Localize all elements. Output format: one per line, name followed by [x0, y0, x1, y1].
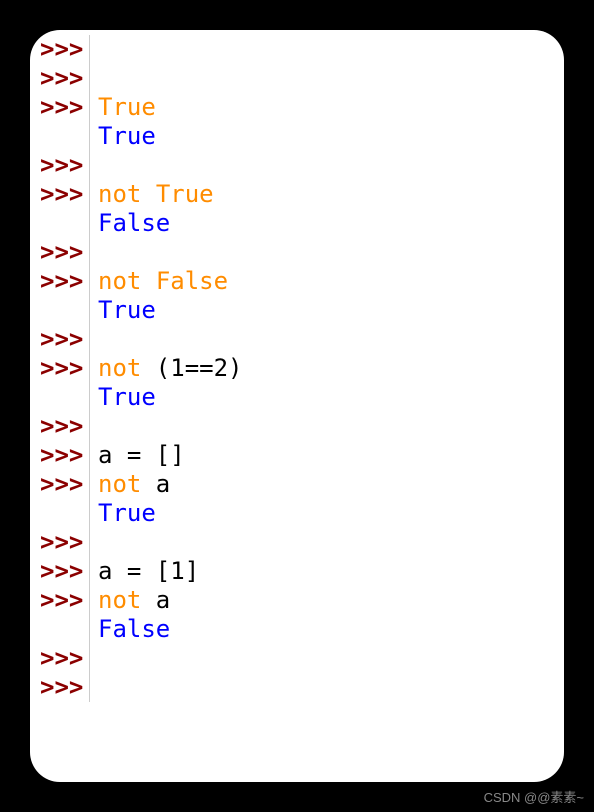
code-line: >>> — [30, 528, 564, 557]
code-token: not — [98, 180, 141, 208]
code-content: not a — [90, 586, 170, 615]
code-line: >>> — [30, 238, 564, 267]
code-content — [90, 673, 98, 702]
code-token — [141, 267, 155, 295]
prompt-gutter: >>> — [30, 151, 90, 180]
code-content: True — [90, 93, 156, 122]
code-line: >>>not False — [30, 267, 564, 296]
code-content: not (1==2) — [90, 354, 243, 383]
prompt-gutter: >>> — [30, 354, 90, 383]
prompt-gutter — [30, 296, 90, 325]
code-line: True — [30, 383, 564, 412]
code-token: False — [156, 267, 228, 295]
prompt-gutter: >>> — [30, 586, 90, 615]
code-content: True — [90, 383, 156, 412]
code-content — [90, 412, 98, 441]
terminal-window: >>>>>>>>>TrueTrue>>>>>>not TrueFalse>>>>… — [30, 30, 564, 782]
prompt-gutter: >>> — [30, 325, 90, 354]
code-line: True — [30, 296, 564, 325]
code-line: >>> — [30, 325, 564, 354]
code-content: False — [90, 615, 170, 644]
code-token: a = [] — [98, 441, 185, 469]
code-content — [90, 64, 98, 93]
code-token: False — [98, 615, 170, 643]
prompt-gutter: >>> — [30, 93, 90, 122]
code-line: >>> True — [30, 93, 564, 122]
code-line: >>>not a — [30, 586, 564, 615]
prompt-gutter: >>> — [30, 180, 90, 209]
prompt-gutter — [30, 615, 90, 644]
code-token: True — [98, 383, 156, 411]
code-content — [90, 35, 98, 64]
code-content: True — [90, 296, 156, 325]
code-content — [90, 238, 98, 267]
prompt-gutter: >>> — [30, 64, 90, 93]
code-content — [90, 644, 98, 673]
code-token: False — [98, 209, 170, 237]
prompt-gutter: >>> — [30, 412, 90, 441]
prompt-gutter: >>> — [30, 644, 90, 673]
code-token: True — [156, 180, 214, 208]
code-content: not a — [90, 470, 170, 499]
code-line: >>> — [30, 673, 564, 702]
code-token: a — [141, 470, 170, 498]
code-line: >>> — [30, 151, 564, 180]
code-token: True — [98, 499, 156, 527]
code-token: True — [98, 122, 156, 150]
code-line: >>> a = [1] — [30, 557, 564, 586]
code-token: not — [98, 586, 141, 614]
code-content: False — [90, 209, 170, 238]
code-content — [90, 528, 98, 557]
prompt-gutter: >>> — [30, 528, 90, 557]
code-line: True — [30, 122, 564, 151]
code-token: a — [141, 586, 170, 614]
code-line: >>> — [30, 644, 564, 673]
code-token: a = [1] — [98, 557, 199, 585]
code-token — [141, 180, 155, 208]
prompt-gutter: >>> — [30, 557, 90, 586]
code-content: True — [90, 122, 156, 151]
code-line: False — [30, 209, 564, 238]
prompt-gutter: >>> — [30, 673, 90, 702]
code-line: >>>not a — [30, 470, 564, 499]
prompt-gutter: >>> — [30, 238, 90, 267]
code-content: a = [] — [90, 441, 185, 470]
code-line: >>> — [30, 64, 564, 93]
code-token: True — [98, 296, 156, 324]
code-content: True — [90, 499, 156, 528]
code-line: >>> — [30, 412, 564, 441]
code-line: >>>not (1==2) — [30, 354, 564, 383]
prompt-gutter — [30, 122, 90, 151]
prompt-gutter: >>> — [30, 470, 90, 499]
code-content — [90, 151, 98, 180]
prompt-gutter: >>> — [30, 35, 90, 64]
code-content: not False — [90, 267, 228, 296]
code-token: True — [98, 93, 156, 121]
code-line: >>> a = [] — [30, 441, 564, 470]
code-line: >>>not True — [30, 180, 564, 209]
prompt-gutter — [30, 383, 90, 412]
prompt-gutter: >>> — [30, 267, 90, 296]
prompt-gutter: >>> — [30, 441, 90, 470]
code-token: not — [98, 267, 141, 295]
code-content — [90, 325, 98, 354]
code-token: (1==2) — [141, 354, 242, 382]
code-content: not True — [90, 180, 214, 209]
code-token: not — [98, 470, 141, 498]
code-line: True — [30, 499, 564, 528]
prompt-gutter — [30, 209, 90, 238]
code-line: False — [30, 615, 564, 644]
prompt-gutter — [30, 499, 90, 528]
code-content: a = [1] — [90, 557, 199, 586]
code-token: not — [98, 354, 141, 382]
code-line: >>> — [30, 35, 564, 64]
watermark-text: CSDN @@素素~ — [484, 787, 584, 806]
